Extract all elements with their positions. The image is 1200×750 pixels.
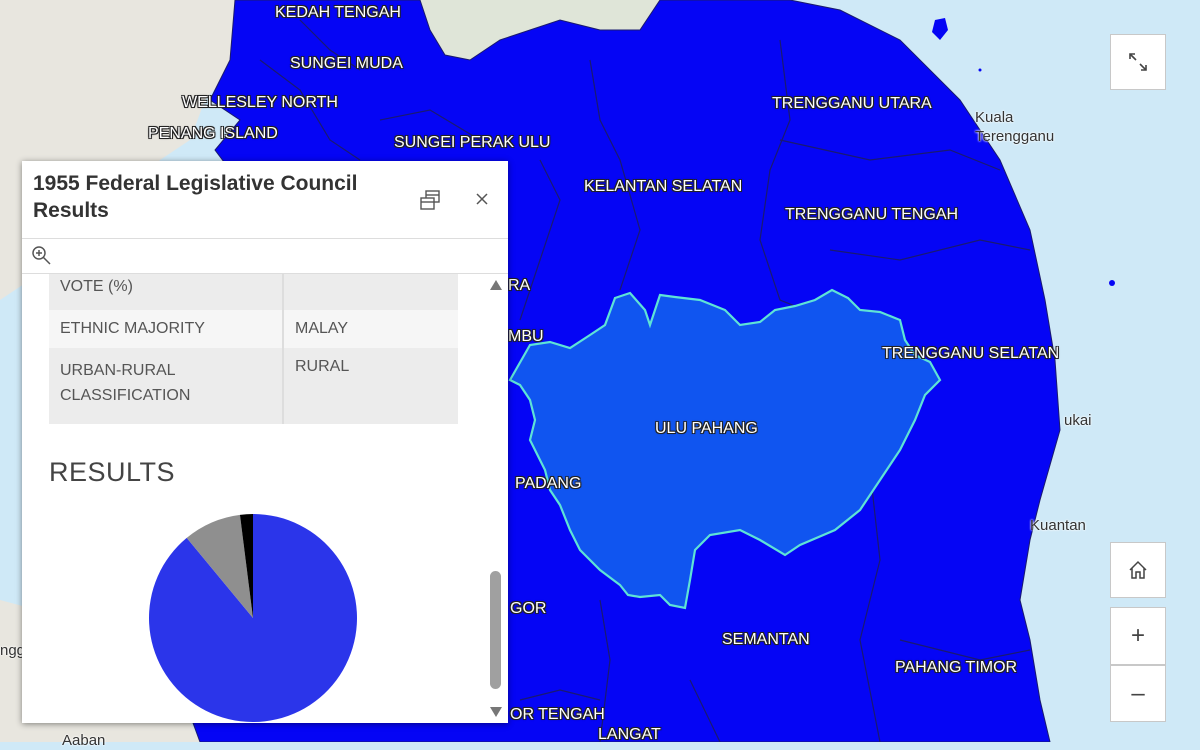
attribute-row: ETHNIC MAJORITY MALAY (49, 310, 458, 348)
zoom-out-button[interactable]: – (1110, 665, 1166, 722)
popup-content[interactable]: VOTE (%) ETHNIC MAJORITY MALAY URBAN-RUR… (22, 274, 508, 723)
attribute-table: VOTE (%) ETHNIC MAJORITY MALAY URBAN-RUR… (49, 274, 458, 424)
popup-actions-bar (22, 239, 508, 274)
island (1109, 280, 1115, 286)
close-icon (476, 193, 488, 205)
zoom-in-button[interactable]: + (1110, 607, 1166, 665)
basemap-label-kuala-terengganu: Kuala Terengganu (975, 109, 1055, 145)
label-trengganu-selatan: TRENGGANU SELATAN (882, 345, 1060, 362)
attribute-key: ETHNIC MAJORITY (49, 310, 284, 348)
dock-icon (420, 190, 440, 210)
expand-icon (1129, 53, 1147, 71)
popup-title: 1955 Federal Legislative Council Results (33, 172, 358, 222)
scrollbar-thumb[interactable] (490, 571, 501, 689)
label-gor-partial: GOR (510, 600, 547, 617)
basemap-label-ukai: ukai (1064, 412, 1092, 429)
attribute-value: RURAL (283, 348, 458, 424)
label-trengganu-tengah: TRENGGANU TENGAH (785, 206, 959, 223)
attribute-value (283, 274, 458, 310)
attribute-row: URBAN-RURAL CLASSIFICATION RURAL (49, 348, 458, 424)
home-icon (1129, 560, 1147, 579)
attribute-value: MALAY (283, 310, 458, 348)
results-heading: RESULTS (49, 457, 176, 487)
label-ra-partial: RA (508, 277, 531, 294)
scroll-down-arrow[interactable] (490, 707, 502, 717)
label-sungei-perak-ulu: SUNGEI PERAK ULU (394, 134, 551, 151)
label-kedah-tengah: KEDAH TENGAH (275, 4, 401, 21)
attribute-row: VOTE (%) (49, 274, 458, 310)
dock-button[interactable] (418, 188, 442, 217)
fullscreen-button[interactable] (1110, 34, 1166, 90)
island (978, 68, 982, 72)
basemap-label-kuantan: Kuantan (1030, 517, 1086, 534)
label-wellesley-north: WELLESLEY NORTH (182, 94, 338, 111)
label-sungei-muda: SUNGEI MUDA (290, 55, 403, 72)
label-pahang-timor: PAHANG TIMOR (895, 659, 1018, 676)
label-trengganu-utara: TRENGGANU UTARA (772, 95, 932, 112)
label-padang-partial: PADANG (515, 475, 582, 492)
label-ulu-pahang: ULU PAHANG (655, 420, 758, 437)
label-langat: LANGAT (598, 726, 661, 743)
results-pie-chart (149, 514, 357, 722)
home-button[interactable] (1110, 542, 1166, 598)
label-mbu-partial: MBU (508, 328, 544, 345)
label-semantan: SEMANTAN (722, 631, 810, 648)
scroll-up-arrow[interactable] (490, 280, 502, 290)
feature-popup[interactable]: 1955 Federal Legislative Council Results (22, 161, 508, 723)
label-penang-island: PENANG ISLAND (148, 125, 278, 142)
zoom-to-button[interactable] (30, 244, 54, 273)
attribute-key: VOTE (%) (49, 274, 284, 310)
close-button[interactable] (474, 191, 490, 212)
label-or-tengah-partial: OR TENGAH (510, 706, 605, 723)
zoom-to-icon (32, 246, 51, 265)
label-kelantan-selatan: KELANTAN SELATAN (584, 178, 743, 195)
basemap-label-aaban: Aaban (62, 732, 106, 749)
attribute-key: URBAN-RURAL CLASSIFICATION (49, 348, 284, 424)
